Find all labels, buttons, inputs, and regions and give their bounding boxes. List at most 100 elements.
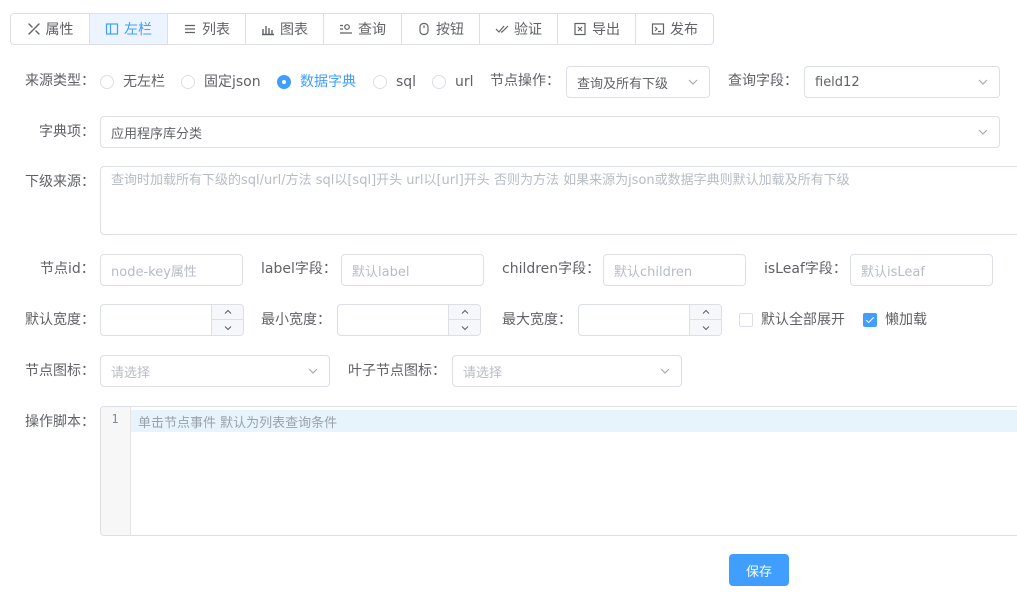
line-number-gutter: 1 <box>101 407 131 535</box>
tab-label: 发布 <box>670 22 698 38</box>
decrease-button[interactable] <box>690 320 721 335</box>
sub-source-textarea[interactable]: 查询时加载所有下级的sql/url/方法 sql以[sql]开头 url以[ur… <box>100 166 1017 235</box>
query-icon <box>339 22 353 36</box>
max-width-stepper <box>578 304 722 336</box>
node-id-label: 节点id： <box>40 261 95 277</box>
leaf-icon-label: 叶子节点图标： <box>348 363 446 379</box>
radio-circle <box>277 75 291 89</box>
radio-circle <box>100 75 114 89</box>
decrease-button[interactable] <box>449 320 480 335</box>
source-type-label: 来源类型： <box>25 73 95 89</box>
default-width-stepper <box>100 304 244 336</box>
chevron-up-icon <box>224 309 231 314</box>
increase-button[interactable] <box>449 305 480 320</box>
dict-item-label: 字典项： <box>39 124 95 140</box>
select-value: 应用程序库分类 <box>111 126 203 142</box>
export-icon <box>573 22 587 36</box>
input-placeholder: 默认isLeaf <box>861 264 925 280</box>
chevron-up-icon <box>461 309 468 314</box>
radio-url[interactable]: url <box>432 72 474 92</box>
max-width-label: 最大宽度： <box>502 312 572 328</box>
tab-publish[interactable]: 发布 <box>635 14 713 44</box>
checkbox-box <box>739 313 753 327</box>
children-field-input[interactable]: 默认children <box>603 254 746 286</box>
radio-fixed-json[interactable]: 固定json <box>181 72 261 92</box>
radio-no-sidebar[interactable]: 无左栏 <box>100 72 165 92</box>
node-icon-select[interactable]: 请选择 <box>100 355 330 387</box>
max-width-input[interactable] <box>579 305 689 335</box>
input-placeholder: node-key属性 <box>111 264 197 280</box>
increase-button[interactable] <box>690 305 721 320</box>
tab-query[interactable]: 查询 <box>323 14 401 44</box>
node-icon-label: 节点图标： <box>25 363 95 379</box>
tab-label: 按钮 <box>436 22 464 38</box>
save-button[interactable]: 保存 <box>729 554 789 586</box>
stepper-buttons <box>448 305 480 335</box>
tab-list[interactable]: 列表 <box>167 14 245 44</box>
select-placeholder: 请选择 <box>463 365 503 381</box>
expand-all-checkbox[interactable]: 默认全部展开 <box>739 310 845 330</box>
isleaf-field-input[interactable]: 默认isLeaf <box>850 254 993 286</box>
chevron-down-icon <box>461 325 468 330</box>
radio-label: sql <box>396 74 417 90</box>
node-op-select[interactable]: 查询及所有下级 <box>566 66 710 98</box>
radio-sql[interactable]: sql <box>373 72 416 92</box>
select-placeholder: 请选择 <box>111 365 151 381</box>
input-placeholder: 默认children <box>614 264 693 280</box>
min-width-input[interactable] <box>338 305 448 335</box>
tab-bar: 属性 左栏 列表 图表 查询 按钮 验证 导出 发布 <box>10 13 714 45</box>
leaf-icon-select[interactable]: 请选择 <box>452 355 682 387</box>
label-field-label: label字段： <box>261 261 337 277</box>
checkbox-box <box>863 313 877 327</box>
radio-circle <box>181 75 195 89</box>
chevron-up-icon <box>702 309 709 314</box>
script-code-editor[interactable]: 1 单击节点事件 默认为列表查询条件 <box>100 406 1017 536</box>
radio-label: url <box>455 74 474 90</box>
tab-label: 导出 <box>592 22 620 38</box>
editor-placeholder: 单击节点事件 默认为列表查询条件 <box>138 416 338 431</box>
dict-item-select[interactable]: 应用程序库分类 <box>100 116 1000 148</box>
decrease-button[interactable] <box>212 320 243 335</box>
query-field-label: 查询字段： <box>728 73 798 89</box>
label-field-input[interactable]: 默认label <box>341 254 484 286</box>
min-width-stepper <box>337 304 481 336</box>
tab-label: 验证 <box>514 22 542 38</box>
button-icon <box>417 22 431 36</box>
increase-button[interactable] <box>212 305 243 320</box>
script-label: 操作脚本： <box>25 414 95 430</box>
tab-export[interactable]: 导出 <box>557 14 635 44</box>
radio-label: 固定json <box>204 74 261 90</box>
sidebar-layout-icon <box>105 22 119 36</box>
tab-label: 属性 <box>45 22 74 38</box>
input-placeholder: 默认label <box>352 264 410 280</box>
node-op-label: 节点操作： <box>490 73 560 89</box>
lazy-load-checkbox[interactable]: 懒加载 <box>863 310 927 330</box>
terminal-icon <box>651 22 665 36</box>
radio-circle <box>432 75 446 89</box>
chevron-down-icon <box>688 79 698 85</box>
checkbox-label: 默认全部展开 <box>761 312 845 328</box>
radio-data-dictionary[interactable]: 数据字典 <box>277 72 356 92</box>
radio-label: 数据字典 <box>300 74 356 90</box>
tab-label: 图表 <box>280 22 308 38</box>
node-id-input[interactable]: node-key属性 <box>100 254 243 286</box>
checkbox-label: 懒加载 <box>885 312 927 328</box>
default-width-label: 默认宽度： <box>25 312 95 328</box>
min-width-label: 最小宽度： <box>261 312 331 328</box>
textarea-placeholder: 查询时加载所有下级的sql/url/方法 sql以[sql]开头 url以[ur… <box>111 173 850 188</box>
wrench-icon <box>27 22 41 36</box>
tab-left-column[interactable]: 左栏 <box>89 14 167 44</box>
list-icon <box>183 22 197 36</box>
chevron-down-icon <box>702 325 709 330</box>
tab-buttons[interactable]: 按钮 <box>401 14 479 44</box>
tab-properties[interactable]: 属性 <box>11 14 89 44</box>
query-field-select[interactable]: field12 <box>804 66 1000 98</box>
select-value: 查询及所有下级 <box>577 76 669 92</box>
tab-chart[interactable]: 图表 <box>245 14 323 44</box>
chevron-down-icon <box>660 368 670 374</box>
radio-circle <box>373 75 387 89</box>
bar-chart-icon <box>261 22 275 36</box>
default-width-input[interactable] <box>101 305 211 335</box>
tab-label: 左栏 <box>124 22 152 38</box>
tab-validate[interactable]: 验证 <box>479 14 557 44</box>
